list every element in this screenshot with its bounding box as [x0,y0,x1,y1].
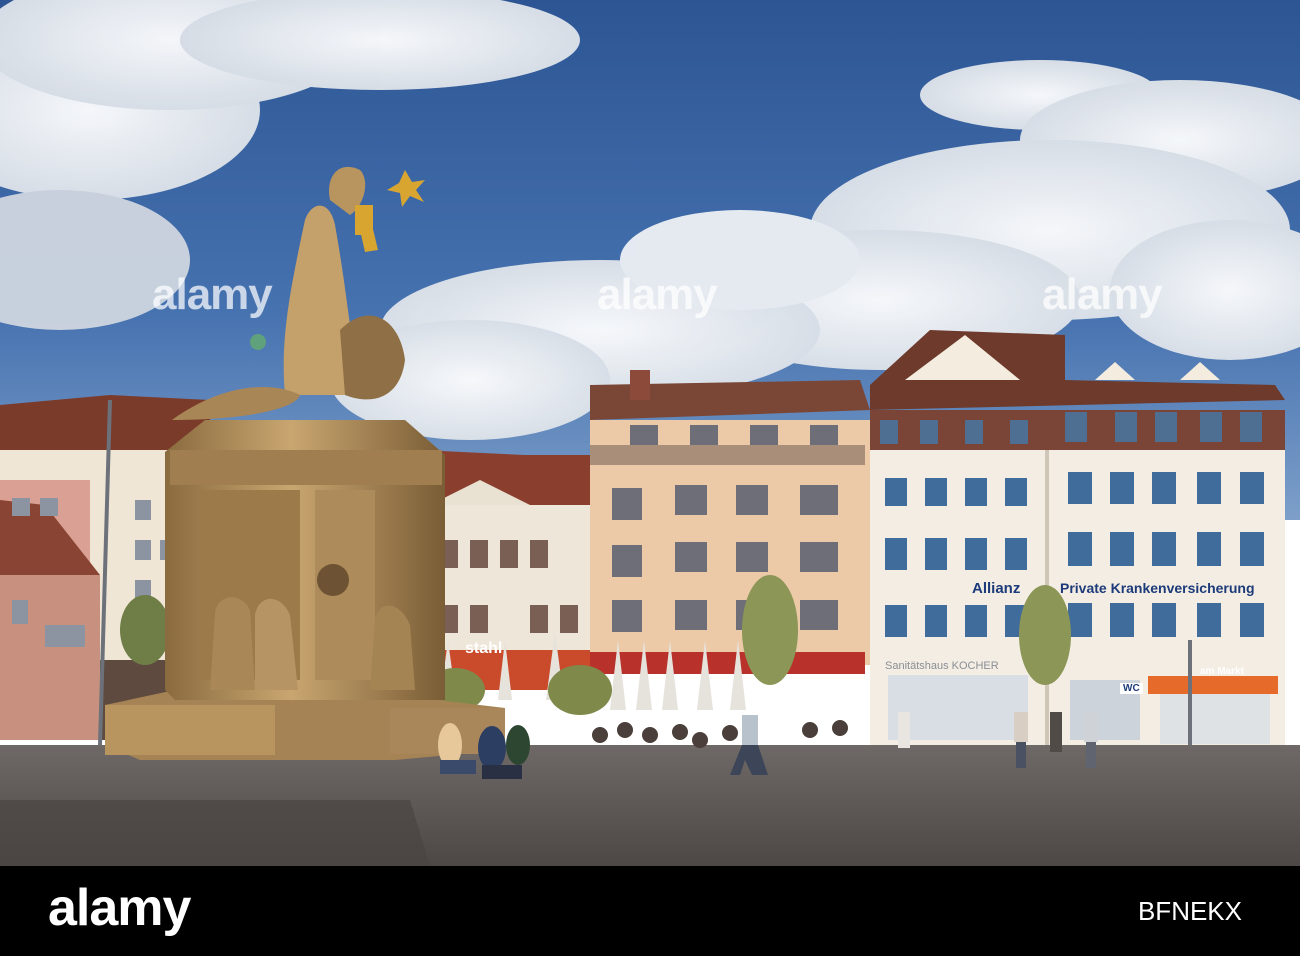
wc-sign: WC [1120,683,1143,694]
watermark-left: alamy [152,270,273,319]
allianz-sign: Allianz [972,580,1021,597]
alamy-logo: alamy [48,879,191,937]
stahl-sign: stahl [465,640,503,657]
kocher-sign: Sanitätshaus KOCHER [885,660,999,672]
watermark-right: alamy [1042,270,1163,319]
market-square-scene [0,0,1300,866]
photo: Allianz Private Krankenversicherung stah… [0,0,1300,866]
markt-sign: am Markt [1200,666,1244,677]
footer-bar: alamy BFNEKX [0,866,1300,956]
watermark-center: alamy [597,270,718,319]
image-code: BFNEKX [1137,896,1242,926]
right-building [870,330,1285,750]
insurance-sign: Private Krankenversicherung [1060,580,1255,596]
